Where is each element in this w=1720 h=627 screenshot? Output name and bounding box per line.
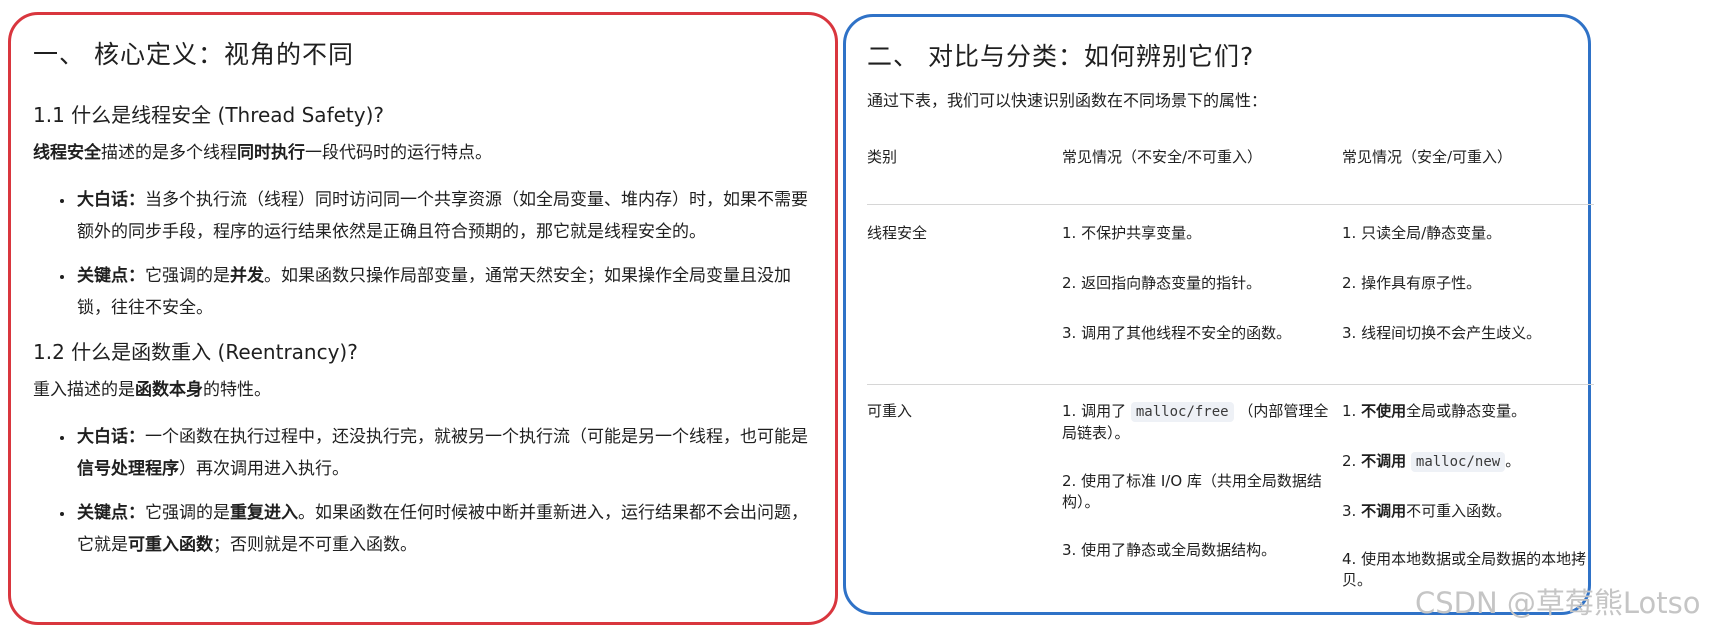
- bold-text: 函数本身: [135, 380, 203, 400]
- item-label: 大白话：: [77, 427, 145, 447]
- table-cell: 1. 不使用全局或静态变量。: [1342, 401, 1587, 422]
- row-category: 可重入: [867, 402, 913, 420]
- item-text: 它强调的是: [145, 266, 230, 286]
- text: 重入描述的是: [33, 380, 135, 400]
- text: 的特性。: [203, 380, 271, 400]
- comparison-table: 类别 常见情况（不安全/不可重入） 常见情况（安全/可重入） 线程安全 1. 不…: [867, 147, 1594, 625]
- table-cell: 1. 调用了 malloc/free （内部管理全局链表）。: [1062, 401, 1332, 444]
- text: 1. 调用了: [1062, 402, 1127, 420]
- text: 不可重入函数。: [1406, 502, 1512, 520]
- table-cell: 3. 调用了其他线程不安全的函数。: [1062, 324, 1292, 342]
- header-unsafe: 常见情况（不安全/不可重入）: [1062, 148, 1263, 166]
- section-title: 一、 核心定义：视角的不同: [33, 40, 354, 69]
- paragraph: 重入描述的是函数本身的特性。: [33, 379, 811, 401]
- item-text: 一个函数在执行过程中，还没执行完，就被另一个执行流（可能是另一个线程，也可能是: [145, 427, 808, 447]
- table-cell: 3. 不调用不可重入函数。: [1342, 501, 1587, 522]
- text: 。: [1505, 452, 1521, 470]
- text: 一段代码时的运行特点。: [305, 143, 492, 163]
- table-header-row: 类别 常见情况（不安全/不可重入） 常见情况（安全/可重入）: [867, 147, 1594, 205]
- bold-text: 信号处理程序: [77, 459, 179, 479]
- code-snippet: malloc/new: [1410, 452, 1506, 472]
- table-cell: 3. 使用了静态或全局数据结构。: [1062, 541, 1277, 559]
- text: 3.: [1342, 502, 1362, 520]
- table-cell: 2. 操作具有原子性。: [1342, 274, 1482, 292]
- item-text: ；否则就是不可重入函数。: [213, 535, 417, 555]
- text: 2.: [1342, 452, 1362, 470]
- bullet-list: 大白话：一个函数在执行过程中，还没执行完，就被另一个执行流（可能是另一个线程，也…: [33, 421, 811, 561]
- intro-text: 通过下表，我们可以快速识别函数在不同场景下的属性：: [867, 91, 1268, 110]
- table-cell: 2. 返回指向静态变量的指针。: [1062, 274, 1262, 292]
- left-panel: 一、 核心定义：视角的不同 1.1 什么是线程安全 (Thread Safety…: [8, 12, 838, 625]
- bold-text: 并发: [230, 266, 264, 286]
- list-item: 大白话：当多个执行流（线程）同时访问同一个共享资源（如全局变量、堆内存）时，如果…: [75, 184, 811, 248]
- header-category: 类别: [867, 148, 898, 166]
- item-label: 关键点：: [77, 266, 145, 286]
- bold-text: 同时执行: [237, 143, 305, 163]
- section-title: 二、 对比与分类：如何辨别它们?: [867, 42, 1255, 71]
- bold-text: 重复进入: [230, 503, 298, 523]
- text: 描述的是多个线程: [101, 143, 237, 163]
- bold-text: 不调用: [1361, 502, 1407, 520]
- list-item: 大白话：一个函数在执行过程中，还没执行完，就被另一个执行流（可能是另一个线程，也…: [75, 421, 811, 485]
- item-text: ）再次调用进入执行。: [179, 459, 349, 479]
- bullet-list: 大白话：当多个执行流（线程）同时访问同一个共享资源（如全局变量、堆内存）时，如果…: [33, 184, 811, 324]
- table-cell: 2. 使用了标准 I/O 库（共用全局数据结构）。: [1062, 472, 1322, 511]
- table-cell: 1. 不保护共享变量。: [1062, 224, 1202, 242]
- watermark: CSDN @草莓熊Lotso: [1415, 586, 1701, 620]
- subsection-heading: 1.1 什么是线程安全 (Thread Safety)?: [33, 103, 385, 127]
- text: 1.: [1342, 402, 1362, 420]
- header-safe: 常见情况（安全/可重入）: [1342, 148, 1513, 166]
- code-snippet: malloc/free: [1130, 402, 1234, 422]
- list-item: 关键点：它强调的是重复进入。如果函数在任何时候被中断并重新进入，运行结果都不会出…: [75, 497, 811, 561]
- item-text: 当多个执行流（线程）同时访问同一个共享资源（如全局变量、堆内存）时，如果不需要额…: [77, 190, 808, 242]
- table-cell: 2. 不调用 malloc/new。: [1342, 451, 1587, 473]
- table-cell: 3. 线程间切换不会产生歧义。: [1342, 324, 1542, 342]
- item-label: 关键点：: [77, 503, 145, 523]
- text: 全局或静态变量。: [1406, 402, 1527, 420]
- bold-text: 不调用: [1361, 452, 1407, 470]
- list-item: 关键点：它强调的是并发。如果函数只操作局部变量，通常天然安全；如果操作全局变量且…: [75, 260, 811, 324]
- table-cell: 1. 只读全局/静态变量。: [1342, 224, 1502, 242]
- row-category: 线程安全: [867, 224, 928, 242]
- paragraph: 线程安全描述的是多个线程同时执行一段代码时的运行特点。: [33, 142, 811, 164]
- bold-text: 可重入函数: [128, 535, 213, 555]
- bold-text: 线程安全: [33, 143, 101, 163]
- subsection-heading: 1.2 什么是函数重入 (Reentrancy)?: [33, 340, 358, 364]
- right-panel: 二、 对比与分类：如何辨别它们? 通过下表，我们可以快速识别函数在不同场景下的属…: [843, 14, 1594, 615]
- table-row: 线程安全 1. 不保护共享变量。 2. 返回指向静态变量的指针。 3. 调用了其…: [867, 205, 1594, 385]
- item-text: 它强调的是: [145, 503, 230, 523]
- bold-text: 不使用: [1361, 402, 1407, 420]
- item-label: 大白话：: [77, 190, 145, 210]
